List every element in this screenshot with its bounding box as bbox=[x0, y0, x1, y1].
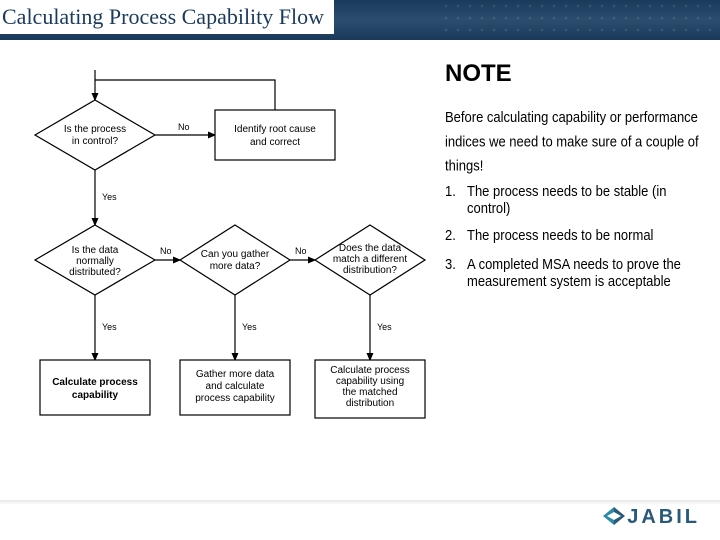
d2-l1: Is the data bbox=[72, 245, 119, 256]
r1-l2: and correct bbox=[250, 137, 300, 148]
footer: JABIL bbox=[0, 500, 720, 540]
note-text-2: The process needs to be normal bbox=[467, 226, 653, 243]
lbl-no-1: No bbox=[178, 122, 190, 132]
lbl-yes-3: Yes bbox=[242, 322, 257, 332]
note-num-1: 1. bbox=[445, 182, 467, 217]
note-title: NOTE bbox=[445, 60, 705, 88]
lbl-no-3: No bbox=[295, 246, 307, 256]
b2-l2: and calculate bbox=[206, 381, 265, 392]
lbl-no-2: No bbox=[160, 246, 172, 256]
d3-l1: Can you gather bbox=[201, 249, 270, 260]
d4-l3: distribution? bbox=[343, 265, 397, 276]
b1-l1: Calculate process bbox=[52, 377, 138, 388]
d1-l2: in control? bbox=[72, 136, 119, 147]
note-num-2: 2. bbox=[445, 226, 467, 243]
note-panel: NOTE Before calculating capability or pe… bbox=[445, 60, 705, 299]
note-item-1: 1. The process needs to be stable (in co… bbox=[445, 182, 705, 217]
d4-l1: Does the data bbox=[339, 243, 402, 254]
b1-l2: capability bbox=[72, 390, 119, 401]
decision-gather-more-data bbox=[180, 225, 290, 295]
note-text-3: A completed MSA needs to prove the measu… bbox=[467, 255, 705, 290]
b3-l3: the matched bbox=[342, 387, 397, 398]
content-area: Is the process in control? No Identify r… bbox=[0, 40, 720, 500]
b2-l3: process capability bbox=[195, 393, 274, 404]
note-item-3: 3. A completed MSA needs to prove the me… bbox=[445, 255, 705, 290]
r1-l1: Identify root cause bbox=[234, 124, 316, 135]
note-num-3: 3. bbox=[445, 255, 467, 290]
footer-divider bbox=[0, 500, 720, 505]
flowchart: Is the process in control? No Identify r… bbox=[10, 40, 430, 500]
note-body: Before calculating capability or perform… bbox=[445, 106, 705, 178]
page-title: Calculating Process Capability Flow bbox=[0, 0, 334, 34]
d2-l2: normally bbox=[76, 256, 114, 267]
d1-l1: Is the process bbox=[64, 124, 126, 135]
lbl-yes-2: Yes bbox=[102, 322, 117, 332]
jabil-logo: JABIL bbox=[603, 506, 700, 531]
header-bar: Calculating Process Capability Flow bbox=[0, 0, 720, 40]
note-text-1: The process needs to be stable (in contr… bbox=[467, 182, 705, 217]
b3-l1: Calculate process bbox=[330, 365, 409, 376]
logo-text: JABIL bbox=[627, 506, 700, 528]
d4-l2: match a different bbox=[333, 254, 408, 265]
note-item-2: 2. The process needs to be normal bbox=[445, 226, 705, 243]
d2-l3: distributed? bbox=[69, 267, 121, 278]
b3-l2: capability using bbox=[336, 376, 404, 387]
b2-l1: Gather more data bbox=[196, 369, 275, 380]
logo-mark-icon bbox=[603, 507, 625, 531]
d3-l2: more data? bbox=[210, 261, 261, 272]
header-dot-pattern bbox=[440, 0, 720, 40]
b3-l4: distribution bbox=[346, 398, 394, 409]
lbl-yes-1: Yes bbox=[102, 192, 117, 202]
step-identify-root-cause bbox=[215, 110, 335, 160]
lbl-yes-4: Yes bbox=[377, 322, 392, 332]
decision-process-in-control bbox=[35, 100, 155, 170]
